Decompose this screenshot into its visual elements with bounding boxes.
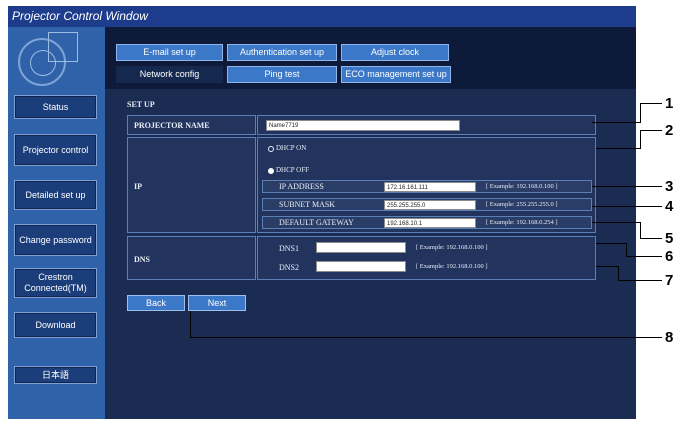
callout-line-2b bbox=[640, 130, 641, 149]
dhcp-on-label: DHCP ON bbox=[276, 144, 307, 152]
tab-eco-management[interactable]: ECO management set up bbox=[341, 66, 451, 83]
window-title: Projector Control Window bbox=[8, 6, 636, 27]
dhcp-off-radio[interactable] bbox=[268, 168, 274, 174]
section-title: SET UP bbox=[127, 100, 155, 109]
callout-line-7a bbox=[596, 266, 618, 267]
ip-address-label: IP ADDRESS bbox=[279, 182, 324, 191]
tab-ping-test[interactable]: Ping test bbox=[227, 66, 337, 83]
callout-5: 5 bbox=[665, 230, 674, 247]
callout-line-1b bbox=[640, 103, 641, 123]
callout-6: 6 bbox=[665, 248, 674, 265]
dns2-label: DNS2 bbox=[279, 263, 300, 272]
callout-line-5b bbox=[640, 222, 641, 238]
callout-line-7b bbox=[618, 266, 619, 280]
subnet-mask-input[interactable]: 255.255.255.0 bbox=[384, 200, 476, 210]
ip-label: IP bbox=[134, 182, 142, 191]
tab-email-setup[interactable]: E-mail set up bbox=[116, 44, 223, 61]
callout-line-8a bbox=[190, 311, 191, 337]
back-button[interactable]: Back bbox=[127, 295, 185, 311]
callout-8: 8 bbox=[665, 329, 674, 346]
callout-line-5a bbox=[592, 222, 640, 223]
callout-line-1c bbox=[640, 103, 662, 104]
dns1-label: DNS1 bbox=[279, 244, 300, 253]
callout-line-3 bbox=[592, 186, 662, 187]
callout-line-2a bbox=[596, 148, 640, 149]
callout-line-2c bbox=[640, 130, 662, 131]
default-gateway-label: DEFAULT GATEWAY bbox=[279, 218, 354, 227]
sidebar-item-change-password[interactable]: Change password bbox=[14, 224, 97, 256]
callout-line-6c bbox=[626, 256, 662, 257]
dns2-input[interactable] bbox=[316, 261, 406, 272]
tab-adjust-clock[interactable]: Adjust clock bbox=[341, 44, 449, 61]
logo-square-icon bbox=[48, 32, 78, 62]
tab-network-config[interactable]: Network config bbox=[116, 66, 223, 83]
sidebar-item-status[interactable]: Status bbox=[14, 95, 97, 119]
callout-line-5c bbox=[640, 238, 662, 239]
callout-7: 7 bbox=[665, 272, 674, 289]
callout-line-8b bbox=[190, 337, 662, 338]
dhcp-off-label: DHCP OFF bbox=[276, 166, 310, 174]
dns2-example: [ Example: 192.168.0.100 ] bbox=[416, 263, 488, 270]
sidebar-item-japanese[interactable]: 日本語 bbox=[14, 366, 97, 384]
callout-line-4 bbox=[592, 206, 662, 207]
sidebar bbox=[8, 27, 105, 419]
tab-authentication-setup[interactable]: Authentication set up bbox=[227, 44, 337, 61]
ip-address-example: [ Example: 192.168.0.100 ] bbox=[486, 183, 558, 190]
callout-line-6a bbox=[596, 243, 626, 244]
callout-3: 3 bbox=[665, 178, 674, 195]
default-gateway-example: [ Example: 192.168.0.254 ] bbox=[486, 219, 558, 226]
sidebar-item-detailed-setup[interactable]: Detailed set up bbox=[14, 180, 97, 210]
dns1-example: [ Example: 192.168.0.100 ] bbox=[416, 244, 488, 251]
callout-line-6b bbox=[626, 243, 627, 256]
callout-4: 4 bbox=[665, 198, 674, 215]
dhcp-on-radio[interactable] bbox=[268, 146, 274, 152]
sidebar-item-download[interactable]: Download bbox=[14, 312, 97, 338]
callout-line-1a bbox=[592, 122, 640, 123]
callout-line-7c bbox=[618, 280, 662, 281]
subnet-mask-label: SUBNET MASK bbox=[279, 200, 336, 209]
callout-1: 1 bbox=[665, 95, 674, 112]
dns-label: DNS bbox=[134, 255, 151, 264]
sidebar-item-projector-control[interactable]: Projector control bbox=[14, 134, 97, 166]
ip-address-input[interactable]: 172.16.161.111 bbox=[384, 182, 476, 192]
callout-2: 2 bbox=[665, 122, 674, 139]
dns-settings-cell bbox=[257, 236, 596, 280]
projector-name-input[interactable]: Name7719 bbox=[266, 120, 460, 131]
projector-name-label: PROJECTOR NAME bbox=[134, 121, 210, 130]
ip-label-cell bbox=[127, 137, 256, 233]
sidebar-item-crestron[interactable]: Crestron Connected(TM) bbox=[14, 268, 97, 298]
next-button[interactable]: Next bbox=[188, 295, 246, 311]
dns1-input[interactable] bbox=[316, 242, 406, 253]
subnet-mask-example: [ Example: 255.255.255.0 ] bbox=[486, 201, 558, 208]
default-gateway-input[interactable]: 192.168.10.1 bbox=[384, 218, 476, 228]
